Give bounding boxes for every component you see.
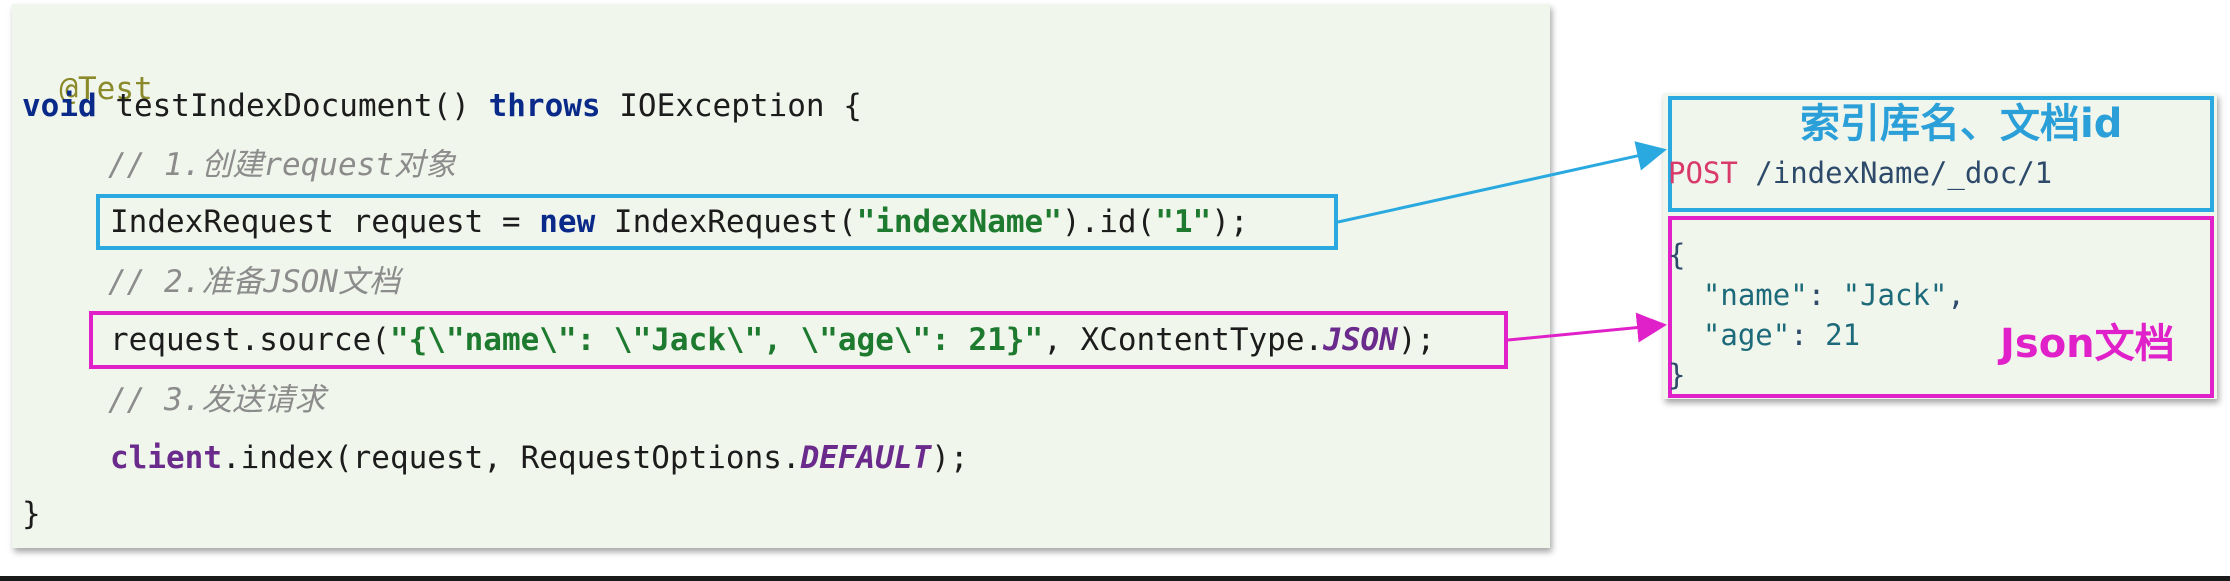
connector-arrows [1337, 141, 1667, 343]
arrow-to-json-body [1507, 312, 1667, 343]
bottom-edge [0, 576, 2230, 581]
arrow-to-request-line [1337, 141, 1667, 224]
